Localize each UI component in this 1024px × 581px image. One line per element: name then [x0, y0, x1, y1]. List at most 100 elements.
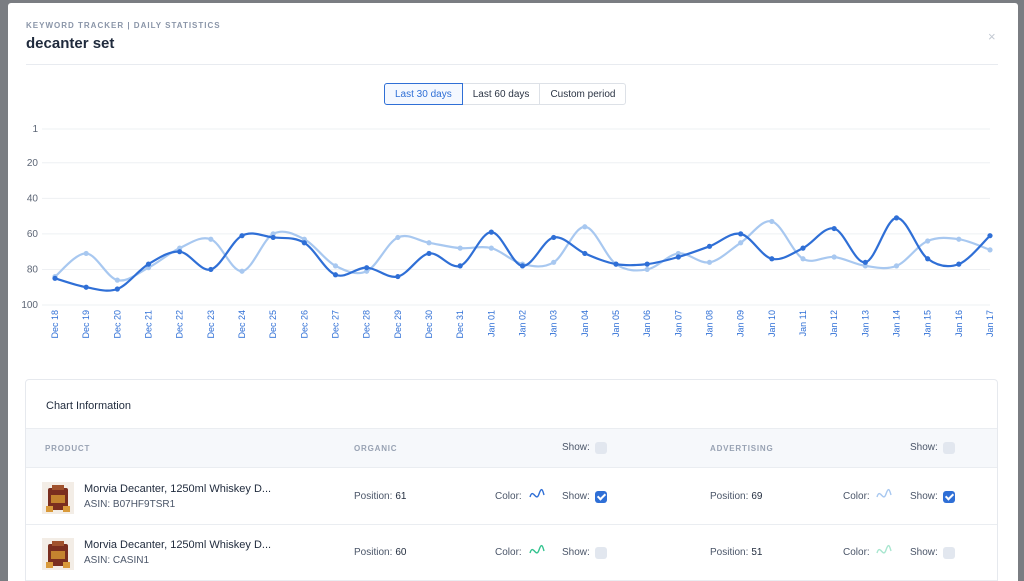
- data-point: [769, 256, 775, 262]
- organic-show-checkbox[interactable]: [595, 491, 607, 503]
- modal-title: decanter set: [26, 35, 115, 52]
- period-custom-button[interactable]: Custom period: [539, 83, 627, 105]
- organic-show-label: Show:: [562, 491, 590, 502]
- data-point: [488, 229, 494, 235]
- data-point: [738, 240, 744, 246]
- data-point: [706, 243, 713, 249]
- x-tick-label: Jan 05: [611, 310, 621, 337]
- x-tick-label: Dec 27: [331, 310, 341, 339]
- close-icon[interactable]: ×: [988, 29, 996, 44]
- organic-position-label: Position:: [354, 547, 393, 558]
- advertising-position-label: Position:: [710, 547, 749, 558]
- x-tick-label: Jan 06: [642, 310, 652, 337]
- chart-information-title: Chart Information: [46, 400, 131, 412]
- data-point: [862, 259, 868, 265]
- product-thumbnail: [42, 538, 74, 570]
- advertising-show-all-label: Show:: [910, 442, 938, 453]
- chart-information-card: Chart Information PRODUCT ORGANIC Show: …: [25, 379, 998, 581]
- data-point: [551, 234, 557, 241]
- organic-position-value: 61: [395, 491, 407, 502]
- wave-line-icon[interactable]: [876, 544, 892, 558]
- product-asin: ASIN: B07HF9TSR1: [84, 499, 176, 510]
- product-asin: ASIN: CASIN1: [84, 555, 150, 566]
- wave-line-icon[interactable]: [876, 488, 892, 502]
- organic-show-all-label: Show:: [562, 442, 590, 453]
- y-tick-label: 100: [21, 300, 38, 311]
- organic-show-checkbox[interactable]: [595, 547, 607, 559]
- data-point: [488, 245, 494, 251]
- header-divider: [26, 64, 998, 65]
- series-line: [54, 216, 991, 292]
- period-last-30-days-button[interactable]: Last 30 days: [384, 83, 463, 105]
- x-tick-label: Jan 09: [736, 310, 746, 337]
- x-tick-label: Jan 01: [486, 310, 496, 337]
- table-row: Morvia Decanter, 1250ml Whiskey D... ASI…: [26, 525, 997, 581]
- x-tick-label: Jan 11: [798, 310, 808, 336]
- product-name: Morvia Decanter, 1250ml Whiskey D...: [84, 483, 272, 495]
- period-last-60-days-button[interactable]: Last 60 days: [461, 83, 541, 105]
- x-tick-label: Dec 24: [237, 310, 247, 339]
- product-name: Morvia Decanter, 1250ml Whiskey D...: [84, 539, 272, 551]
- advertising-show-all-checkbox[interactable]: [943, 442, 955, 454]
- organic-color-label: Color:: [495, 547, 522, 558]
- x-tick-label: Dec 31: [455, 310, 465, 339]
- table-row: Morvia Decanter, 1250ml Whiskey D... ASI…: [26, 469, 997, 525]
- table-header: PRODUCT ORGANIC Show: ADVERTISING Show:: [26, 428, 997, 468]
- data-point: [457, 245, 463, 251]
- data-point: [925, 256, 931, 262]
- data-point: [675, 254, 681, 260]
- data-point: [177, 249, 183, 255]
- data-point: [145, 261, 152, 267]
- advertising-color-label: Color:: [843, 491, 870, 502]
- x-tick-label: Dec 19: [81, 310, 91, 339]
- advertising-position: Position: 51: [710, 547, 762, 558]
- organic-show-all-checkbox[interactable]: [595, 442, 607, 454]
- organic-position-label: Position:: [354, 491, 393, 502]
- series-line: [54, 220, 991, 282]
- data-point: [800, 256, 806, 262]
- data-point: [52, 275, 58, 281]
- data-point: [831, 225, 837, 232]
- column-organic: ORGANIC: [354, 444, 398, 453]
- x-tick-label: Dec 28: [362, 310, 372, 339]
- data-point: [987, 233, 993, 239]
- x-tick-label: Dec 25: [268, 310, 278, 339]
- x-tick-label: Jan 08: [705, 310, 715, 337]
- data-point: [893, 263, 900, 269]
- data-point: [208, 266, 214, 273]
- wave-line-icon[interactable]: [529, 488, 545, 502]
- data-point: [519, 263, 526, 269]
- organic-position: Position: 60: [354, 547, 406, 558]
- x-tick-label: Dec 23: [206, 310, 216, 339]
- y-tick-label: 80: [27, 264, 39, 275]
- data-point: [239, 268, 245, 274]
- data-point: [769, 218, 775, 225]
- data-point: [83, 250, 89, 257]
- data-point: [893, 215, 900, 221]
- x-tick-label: Jan 07: [673, 310, 683, 337]
- data-point: [301, 240, 307, 246]
- data-point: [426, 240, 432, 246]
- advertising-show-checkbox[interactable]: [943, 491, 955, 503]
- data-point: [706, 259, 713, 265]
- x-tick-label: Dec 26: [299, 310, 309, 339]
- advertising-show-label: Show:: [910, 547, 938, 558]
- advertising-color-label: Color:: [843, 547, 870, 558]
- data-point: [332, 272, 339, 278]
- column-product: PRODUCT: [45, 444, 91, 453]
- advertising-show-checkbox[interactable]: [943, 547, 955, 559]
- x-tick-label: Jan 15: [923, 310, 933, 337]
- wave-line-icon[interactable]: [529, 544, 545, 558]
- data-point: [644, 266, 650, 273]
- data-point: [956, 236, 962, 242]
- advertising-position-value: 69: [751, 491, 763, 502]
- x-tick-label: Dec 20: [112, 310, 122, 339]
- x-tick-label: Jan 14: [892, 310, 902, 337]
- x-tick-label: Jan 16: [954, 310, 964, 337]
- statistics-modal: KEYWORD TRACKER | DAILY STATISTICS decan…: [8, 3, 1018, 581]
- data-point: [582, 250, 588, 257]
- data-point: [239, 233, 245, 239]
- data-point: [987, 247, 993, 253]
- data-point: [270, 234, 276, 241]
- data-point: [83, 284, 89, 290]
